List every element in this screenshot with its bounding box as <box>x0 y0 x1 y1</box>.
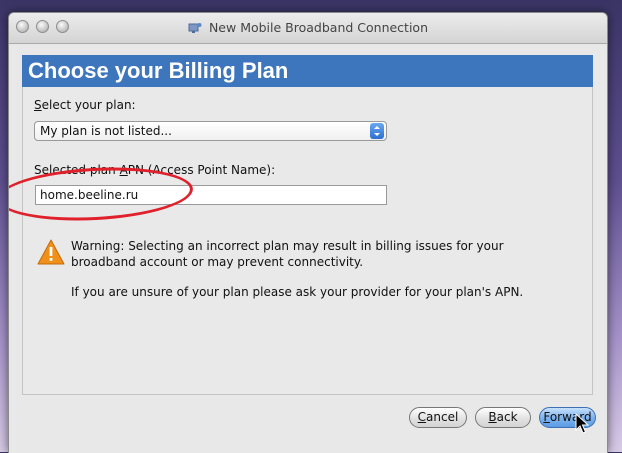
warning-icon <box>37 239 65 265</box>
plan-select-value: My plan is not listed... <box>40 124 172 138</box>
select-plan-label-accel: S <box>34 98 42 112</box>
network-icon <box>188 23 202 33</box>
cancel-rest: ancel <box>426 410 459 424</box>
select-plan-label: Select your plan: <box>34 98 136 112</box>
warning-text: Warning: Selecting an incorrect plan may… <box>71 239 504 269</box>
dialog-window: New Mobile Broadband Connection Choose y… <box>8 12 608 453</box>
plan-select[interactable]: My plan is not listed... <box>34 121 387 141</box>
back-rest: ack <box>496 410 518 424</box>
window-title: New Mobile Broadband Connection <box>208 20 429 35</box>
cancel-accel: C <box>417 410 427 424</box>
page-title: Choose your Billing Plan <box>28 58 289 83</box>
title-bar[interactable]: New Mobile Broadband Connection <box>9 13 607 44</box>
page-header: Choose your Billing Plan <box>22 55 593 87</box>
unsure-text: If you are unsure of your plan please as… <box>71 285 524 299</box>
chevron-updown-icon <box>370 123 384 139</box>
select-plan-label-rest: elect your plan: <box>41 98 136 112</box>
window-title-wrap: New Mobile Broadband Connection <box>9 20 607 35</box>
back-accel: B <box>488 410 497 424</box>
cancel-button[interactable]: Cancel <box>409 407 467 428</box>
mouse-cursor-icon <box>575 413 589 434</box>
back-button[interactable]: Back <box>475 407 531 428</box>
